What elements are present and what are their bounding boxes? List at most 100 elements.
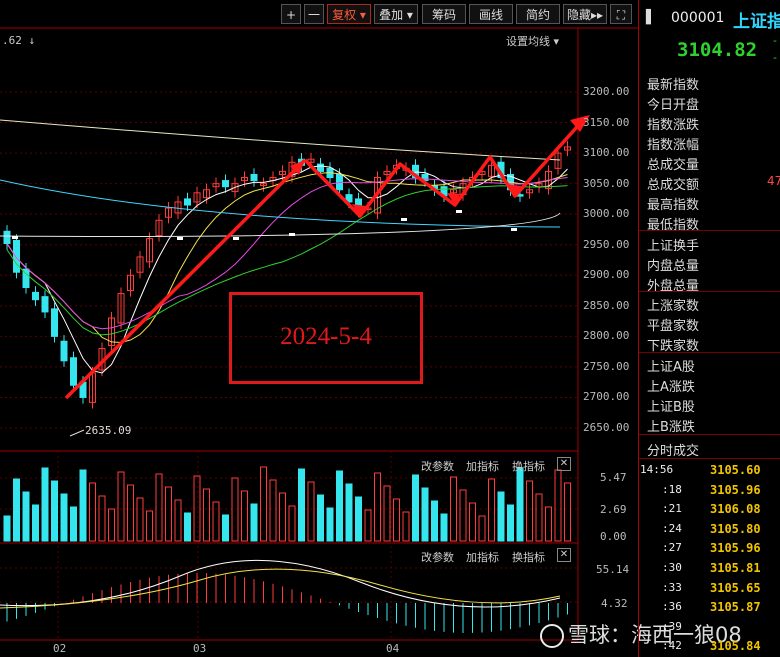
quote-field-label: 指数涨跌	[647, 118, 700, 133]
macd-switch-indicator-button[interactable]: 换指标	[512, 549, 545, 565]
price-axis-label: 3000.00	[583, 207, 630, 221]
tick-price: 3105.96	[710, 541, 761, 556]
panel-divider	[639, 434, 780, 435]
tick-time: :27	[662, 541, 682, 555]
candle-body	[222, 180, 229, 188]
stock-name: 上证指	[733, 12, 780, 32]
simple-button[interactable]: 简约	[516, 4, 560, 24]
quote-field-label: 上A涨跌	[647, 380, 695, 395]
macd-add-indicator-button[interactable]: 加指标	[466, 549, 499, 565]
hide-button[interactable]: 隐藏▸▸	[563, 4, 607, 24]
price-axis-label: 2650.00	[583, 421, 630, 434]
tick-price: 3105.60	[710, 463, 761, 477]
panel-divider	[639, 458, 780, 459]
volume-bar	[288, 505, 296, 542]
volume-bar	[402, 511, 410, 542]
volume-bar	[364, 509, 372, 542]
volume-bar	[70, 506, 77, 542]
price-axis-label: 2950.00	[583, 237, 630, 251]
fuquan-button[interactable]: 复权 ▾	[327, 4, 371, 24]
candle-body	[3, 230, 11, 245]
candle-body	[60, 340, 68, 362]
volume-bar	[127, 484, 134, 542]
price-axis-label: 3150.00	[583, 115, 630, 129]
tick-time: :33	[662, 580, 682, 594]
volume-bar	[108, 508, 115, 542]
quote-field-label: 内盘总量	[647, 259, 700, 274]
volume-bar	[307, 481, 315, 542]
price-axis-label: 2750.00	[583, 359, 630, 373]
zoom-out-button[interactable]: 一	[304, 4, 324, 24]
volume-bar	[545, 506, 552, 542]
price-axis-label: 2800.00	[583, 329, 630, 343]
tick-price: 3105.81	[710, 561, 761, 575]
volume-bar	[526, 480, 533, 542]
panel-divider	[639, 230, 780, 231]
volume-bar	[203, 488, 210, 542]
candle-body	[250, 173, 258, 182]
ma-settings-label: 设置均线	[506, 35, 550, 48]
volume-bar	[13, 478, 20, 542]
month-label-02: 02	[53, 642, 67, 655]
vol-axis-bottom: 0.00	[600, 530, 627, 543]
panel-divider	[639, 291, 780, 292]
volume-bar	[3, 515, 11, 542]
quote-field-label: 指数涨幅	[647, 138, 700, 153]
tick-time: :24	[662, 521, 682, 535]
quote-field-label: 上证A股	[647, 360, 695, 375]
quote-field-label: 上涨家数	[647, 299, 700, 314]
quote-panel: ▌ 000001 上证指 3104.82 - - 最新指数 今日开盘 指数涨跌 指数涨…	[638, 0, 780, 657]
quote-field-label: 最新指数	[647, 78, 700, 93]
volume-bar	[412, 474, 419, 542]
ma120-marker	[12, 236, 18, 239]
annotation-box: 2024-5-4	[229, 292, 423, 384]
chip-button[interactable]: 筹码	[422, 4, 466, 24]
volume-bar	[174, 499, 182, 542]
volume-bar	[51, 480, 58, 542]
quote-field-label: 平盘家数	[647, 319, 700, 334]
volume-bar	[554, 469, 562, 542]
volume-bar	[326, 507, 334, 542]
macd-dif-line	[0, 559, 561, 608]
price-axis-label: 3100.00	[583, 146, 630, 160]
price-axis-label: 3200.00	[583, 85, 630, 98]
volume-bar	[79, 469, 87, 542]
volume-bar	[516, 467, 524, 542]
volume-bar	[421, 487, 429, 542]
back-icon[interactable]: ▌	[646, 10, 656, 25]
fullscreen-icon[interactable]: ⛶	[610, 4, 632, 24]
tick-price: 3105.87	[710, 600, 761, 615]
vol-change-param-button[interactable]: 改参数	[421, 458, 454, 474]
macd-change-param-button[interactable]: 改参数	[421, 549, 454, 565]
ma-settings-button[interactable]: 设置均线 ▾	[506, 33, 559, 49]
tick-price: 3105.65	[710, 580, 761, 595]
candle-body	[32, 291, 39, 301]
latest-price: 3104.82	[677, 39, 758, 61]
vol-switch-indicator-button[interactable]: 换指标	[512, 458, 545, 474]
price-axis-label: 2850.00	[583, 298, 630, 312]
annotation-date: 2024-5-4	[280, 323, 372, 350]
snowball-logo-icon	[540, 624, 564, 648]
volume-bar	[488, 478, 495, 542]
draw-line-button[interactable]: 画线	[469, 4, 513, 24]
tick-time: 14:56	[640, 463, 674, 476]
overlay-button[interactable]: 叠加 ▾	[374, 4, 418, 24]
macd-close-icon[interactable]: ✕	[557, 548, 571, 562]
change-mark-1: -	[773, 34, 777, 47]
tick-time: :42	[662, 639, 682, 653]
volume-bar	[184, 512, 191, 542]
top-left-value: .62 ↓	[2, 34, 36, 47]
volume-bar	[165, 486, 172, 542]
low-marker-label: 2635.09	[85, 424, 132, 437]
candle-body	[184, 198, 191, 206]
panel-divider	[639, 352, 780, 353]
low-marker-arrow	[69, 429, 85, 437]
vol-close-icon[interactable]: ✕	[557, 457, 571, 471]
tick-time: :39	[662, 619, 682, 633]
zoom-in-button[interactable]: +	[281, 4, 301, 24]
trend-arrow-zigzag	[303, 116, 587, 218]
vol-add-indicator-button[interactable]: 加指标	[466, 458, 499, 474]
ma120-line	[0, 212, 561, 237]
month-label-04: 04	[386, 642, 400, 655]
quote-field-label: 最高指数	[647, 198, 700, 213]
